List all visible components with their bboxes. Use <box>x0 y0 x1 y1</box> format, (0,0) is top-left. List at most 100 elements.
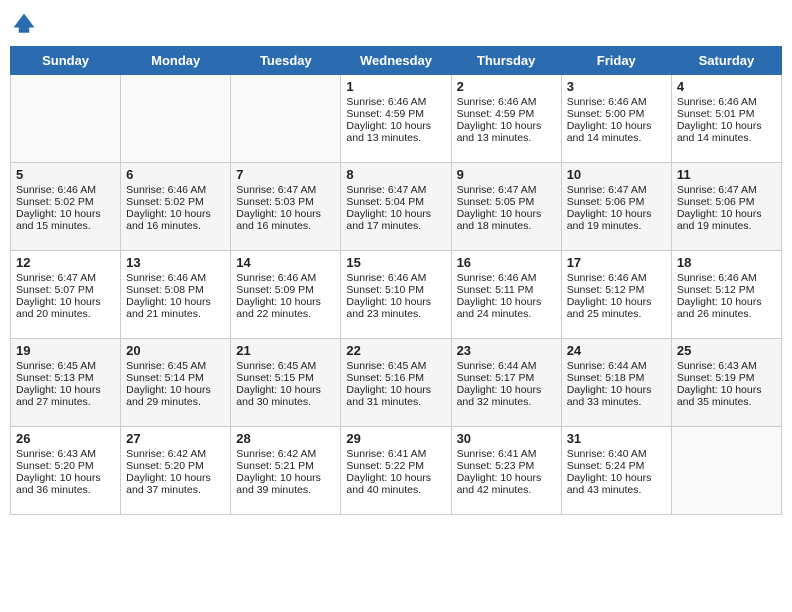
day-number: 6 <box>126 167 225 182</box>
cell-content-line: and 23 minutes. <box>346 308 445 320</box>
weekday-header-sunday: Sunday <box>11 47 121 75</box>
cell-content-line: Sunset: 5:11 PM <box>457 284 556 296</box>
cell-content-line: and 14 minutes. <box>567 132 666 144</box>
cell-content-line: Daylight: 10 hours <box>236 296 335 308</box>
day-number: 27 <box>126 431 225 446</box>
cell-content-line: Daylight: 10 hours <box>457 208 556 220</box>
cell-content-line: Sunrise: 6:47 AM <box>457 184 556 196</box>
cell-content-line: Sunset: 5:24 PM <box>567 460 666 472</box>
weekday-header-friday: Friday <box>561 47 671 75</box>
cell-content-line: Sunset: 5:18 PM <box>567 372 666 384</box>
weekday-header-wednesday: Wednesday <box>341 47 451 75</box>
cell-content-line: Sunset: 5:09 PM <box>236 284 335 296</box>
calendar-cell: 8Sunrise: 6:47 AMSunset: 5:04 PMDaylight… <box>341 163 451 251</box>
calendar-cell <box>11 75 121 163</box>
cell-content-line: and 22 minutes. <box>236 308 335 320</box>
cell-content-line: Daylight: 10 hours <box>567 384 666 396</box>
cell-content-line: and 33 minutes. <box>567 396 666 408</box>
cell-content-line: Sunset: 5:20 PM <box>16 460 115 472</box>
calendar-body: 1Sunrise: 6:46 AMSunset: 4:59 PMDaylight… <box>11 75 782 515</box>
cell-content-line: and 31 minutes. <box>346 396 445 408</box>
calendar-cell: 12Sunrise: 6:47 AMSunset: 5:07 PMDayligh… <box>11 251 121 339</box>
cell-content-line: and 19 minutes. <box>567 220 666 232</box>
cell-content-line: Sunrise: 6:46 AM <box>677 272 776 284</box>
cell-content-line: Sunrise: 6:46 AM <box>457 272 556 284</box>
calendar-cell: 30Sunrise: 6:41 AMSunset: 5:23 PMDayligh… <box>451 427 561 515</box>
cell-content-line: Sunrise: 6:42 AM <box>126 448 225 460</box>
cell-content-line: Sunset: 5:16 PM <box>346 372 445 384</box>
cell-content-line: Sunset: 5:02 PM <box>126 196 225 208</box>
calendar-cell: 17Sunrise: 6:46 AMSunset: 5:12 PMDayligh… <box>561 251 671 339</box>
cell-content-line: and 16 minutes. <box>236 220 335 232</box>
cell-content-line: Sunrise: 6:46 AM <box>346 96 445 108</box>
weekday-header-monday: Monday <box>121 47 231 75</box>
day-number: 9 <box>457 167 556 182</box>
cell-content-line: Sunset: 5:20 PM <box>126 460 225 472</box>
day-number: 18 <box>677 255 776 270</box>
calendar-week-row: 5Sunrise: 6:46 AMSunset: 5:02 PMDaylight… <box>11 163 782 251</box>
day-number: 24 <box>567 343 666 358</box>
calendar-cell: 11Sunrise: 6:47 AMSunset: 5:06 PMDayligh… <box>671 163 781 251</box>
cell-content-line: Daylight: 10 hours <box>457 472 556 484</box>
cell-content-line: Sunset: 4:59 PM <box>346 108 445 120</box>
cell-content-line: Sunrise: 6:42 AM <box>236 448 335 460</box>
cell-content-line: Daylight: 10 hours <box>677 208 776 220</box>
calendar-cell: 21Sunrise: 6:45 AMSunset: 5:15 PMDayligh… <box>231 339 341 427</box>
cell-content-line: Daylight: 10 hours <box>16 208 115 220</box>
cell-content-line: Sunset: 5:21 PM <box>236 460 335 472</box>
calendar-cell: 24Sunrise: 6:44 AMSunset: 5:18 PMDayligh… <box>561 339 671 427</box>
day-number: 26 <box>16 431 115 446</box>
calendar-cell: 9Sunrise: 6:47 AMSunset: 5:05 PMDaylight… <box>451 163 561 251</box>
day-number: 20 <box>126 343 225 358</box>
day-number: 15 <box>346 255 445 270</box>
cell-content-line: and 40 minutes. <box>346 484 445 496</box>
weekday-header-tuesday: Tuesday <box>231 47 341 75</box>
cell-content-line: Sunset: 5:02 PM <box>16 196 115 208</box>
cell-content-line: and 19 minutes. <box>677 220 776 232</box>
cell-content-line: Daylight: 10 hours <box>346 296 445 308</box>
day-number: 30 <box>457 431 556 446</box>
cell-content-line: and 39 minutes. <box>236 484 335 496</box>
calendar-cell: 27Sunrise: 6:42 AMSunset: 5:20 PMDayligh… <box>121 427 231 515</box>
cell-content-line: and 27 minutes. <box>16 396 115 408</box>
day-number: 25 <box>677 343 776 358</box>
cell-content-line: Daylight: 10 hours <box>567 472 666 484</box>
day-number: 5 <box>16 167 115 182</box>
cell-content-line: Sunset: 5:06 PM <box>567 196 666 208</box>
calendar-cell: 1Sunrise: 6:46 AMSunset: 4:59 PMDaylight… <box>341 75 451 163</box>
cell-content-line: Daylight: 10 hours <box>126 208 225 220</box>
cell-content-line: Daylight: 10 hours <box>457 296 556 308</box>
calendar-week-row: 1Sunrise: 6:46 AMSunset: 4:59 PMDaylight… <box>11 75 782 163</box>
cell-content-line: Sunset: 5:10 PM <box>346 284 445 296</box>
cell-content-line: and 30 minutes. <box>236 396 335 408</box>
day-number: 8 <box>346 167 445 182</box>
cell-content-line: Sunrise: 6:43 AM <box>677 360 776 372</box>
cell-content-line: Sunset: 5:13 PM <box>16 372 115 384</box>
calendar-week-row: 26Sunrise: 6:43 AMSunset: 5:20 PMDayligh… <box>11 427 782 515</box>
calendar-cell: 16Sunrise: 6:46 AMSunset: 5:11 PMDayligh… <box>451 251 561 339</box>
calendar-cell: 2Sunrise: 6:46 AMSunset: 4:59 PMDaylight… <box>451 75 561 163</box>
calendar-cell: 19Sunrise: 6:45 AMSunset: 5:13 PMDayligh… <box>11 339 121 427</box>
cell-content-line: and 32 minutes. <box>457 396 556 408</box>
cell-content-line: Daylight: 10 hours <box>346 120 445 132</box>
cell-content-line: Daylight: 10 hours <box>16 472 115 484</box>
cell-content-line: Sunset: 5:17 PM <box>457 372 556 384</box>
calendar-week-row: 12Sunrise: 6:47 AMSunset: 5:07 PMDayligh… <box>11 251 782 339</box>
cell-content-line: Sunrise: 6:45 AM <box>16 360 115 372</box>
cell-content-line: and 26 minutes. <box>677 308 776 320</box>
cell-content-line: Daylight: 10 hours <box>126 384 225 396</box>
cell-content-line: Sunrise: 6:47 AM <box>567 184 666 196</box>
cell-content-line: Sunrise: 6:41 AM <box>346 448 445 460</box>
cell-content-line: Daylight: 10 hours <box>567 296 666 308</box>
calendar-cell: 13Sunrise: 6:46 AMSunset: 5:08 PMDayligh… <box>121 251 231 339</box>
cell-content-line: Sunrise: 6:46 AM <box>677 96 776 108</box>
cell-content-line: Sunrise: 6:46 AM <box>457 96 556 108</box>
day-number: 11 <box>677 167 776 182</box>
cell-content-line: and 43 minutes. <box>567 484 666 496</box>
cell-content-line: Sunset: 5:01 PM <box>677 108 776 120</box>
calendar-table: SundayMondayTuesdayWednesdayThursdayFrid… <box>10 46 782 515</box>
calendar-cell: 3Sunrise: 6:46 AMSunset: 5:00 PMDaylight… <box>561 75 671 163</box>
day-number: 28 <box>236 431 335 446</box>
day-number: 12 <box>16 255 115 270</box>
logo-icon <box>10 10 38 38</box>
